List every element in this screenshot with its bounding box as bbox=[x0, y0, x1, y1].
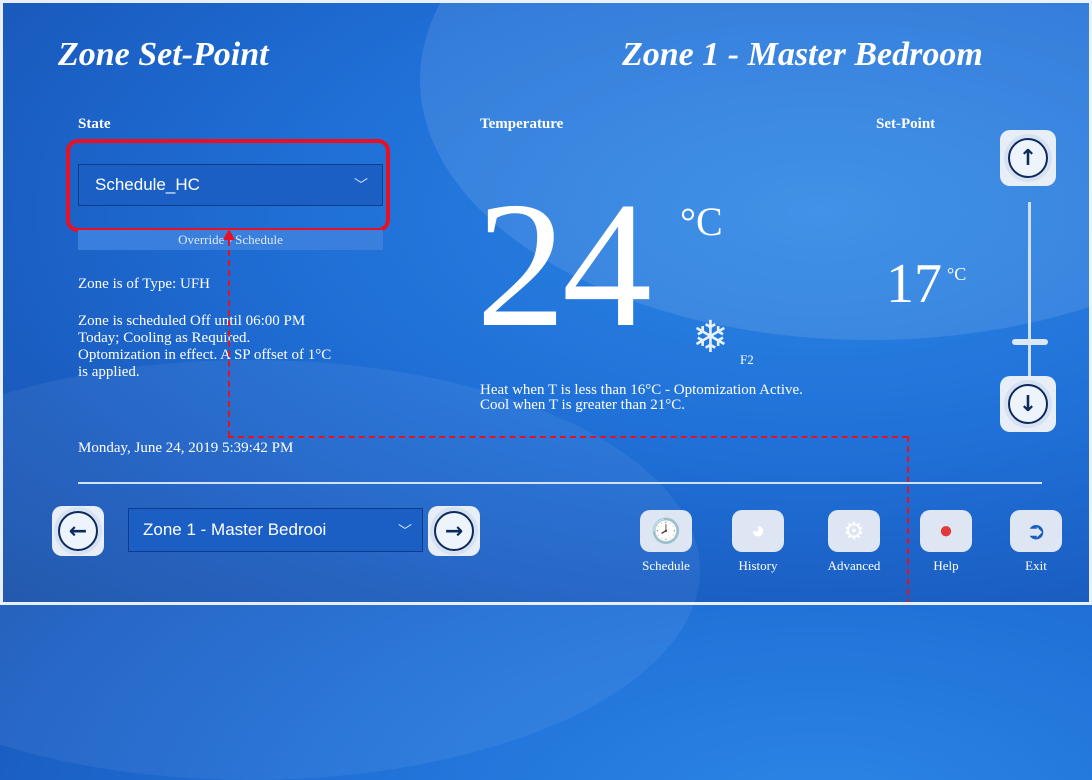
snowflake-icon: ❄ bbox=[692, 313, 729, 362]
state-label: State bbox=[78, 116, 111, 132]
schedule-line: Optomization in effect. A SP offset of 1… bbox=[78, 347, 332, 363]
setpoint-down-button[interactable]: ↓ bbox=[1000, 376, 1056, 432]
annotation-highlight-box bbox=[66, 139, 390, 232]
note-line: Cool when T is greater than 21°C. bbox=[480, 397, 685, 413]
settings-panel-icon: ⚙ bbox=[828, 510, 880, 552]
advanced-button-label: Advanced bbox=[827, 558, 881, 573]
setpoint-slider-track[interactable] bbox=[1028, 202, 1031, 382]
history-button-label: History bbox=[738, 558, 778, 573]
arrow-up-icon: ↑ bbox=[1008, 138, 1048, 178]
setpoint-unit: °C bbox=[947, 264, 967, 284]
advanced-button[interactable]: ⚙ Advanced bbox=[816, 510, 892, 574]
history-button[interactable]: ◕ History bbox=[726, 510, 790, 574]
next-zone-button[interactable]: → bbox=[428, 506, 480, 556]
zone-select-value: Zone 1 - Master Bedrooi bbox=[143, 520, 327, 539]
datetime-text: Monday, June 24, 2019 5:39:42 PM bbox=[78, 440, 294, 456]
temperature-note: Heat when T is less than 16°C - Optomiza… bbox=[480, 383, 803, 413]
annotation-dashed-line bbox=[228, 240, 230, 437]
pie-chart-icon: ◕ bbox=[732, 510, 784, 552]
arrow-left-icon: ← bbox=[58, 511, 98, 551]
zone-title: Zone 1 - Master Bedroom bbox=[622, 36, 983, 73]
help-icon: ● bbox=[920, 510, 972, 552]
schedule-line: Today; Cooling as Required. bbox=[78, 330, 251, 346]
mode-label: F2 bbox=[740, 352, 754, 367]
annotation-dashed-line bbox=[228, 436, 908, 438]
page-title: Zone Set-Point bbox=[58, 36, 269, 73]
annotation-dashed-line bbox=[907, 436, 909, 605]
arrow-right-icon: → bbox=[434, 511, 474, 551]
schedule-line: Zone is scheduled Off until 06:00 PM bbox=[78, 313, 306, 329]
setpoint-up-button[interactable]: ↑ bbox=[1000, 130, 1056, 186]
help-button-label: Help bbox=[933, 558, 959, 573]
chevron-down-icon: ﹀ bbox=[398, 523, 412, 539]
temperature-unit: °C bbox=[680, 199, 723, 244]
schedule-button-label: Schedule bbox=[642, 558, 690, 573]
prev-zone-button[interactable]: ← bbox=[52, 506, 104, 556]
current-temperature: 24 bbox=[476, 165, 652, 364]
temperature-label: Temperature bbox=[480, 116, 564, 132]
help-button[interactable]: ● Help bbox=[914, 510, 978, 574]
exit-button-label: Exit bbox=[1025, 558, 1047, 573]
background-swoosh bbox=[0, 360, 700, 780]
schedule-info: Zone is scheduled Off until 06:00 PM Tod… bbox=[78, 313, 331, 381]
arrow-down-icon: ↓ bbox=[1008, 384, 1048, 424]
divider bbox=[78, 482, 1042, 484]
setpoint-value: 17 bbox=[886, 253, 942, 315]
clock-icon: 🕗 bbox=[640, 510, 692, 552]
exit-button[interactable]: ➲ Exit bbox=[1004, 510, 1068, 574]
exit-icon: ➲ bbox=[1010, 510, 1062, 552]
setpoint-label: Set-Point bbox=[876, 116, 936, 132]
setpoint-slider-handle[interactable] bbox=[1012, 339, 1048, 346]
note-line: Heat when T is less than 16°C - Optomiza… bbox=[480, 382, 803, 398]
annotation-arrowhead bbox=[223, 229, 235, 240]
schedule-button[interactable]: 🕗 Schedule bbox=[634, 510, 698, 574]
schedule-line: is applied. bbox=[78, 364, 140, 380]
zone-type-text: Zone is of Type: UFH bbox=[78, 276, 210, 292]
zone-select-dropdown[interactable]: Zone 1 - Master Bedrooi ﹀ bbox=[128, 508, 423, 552]
